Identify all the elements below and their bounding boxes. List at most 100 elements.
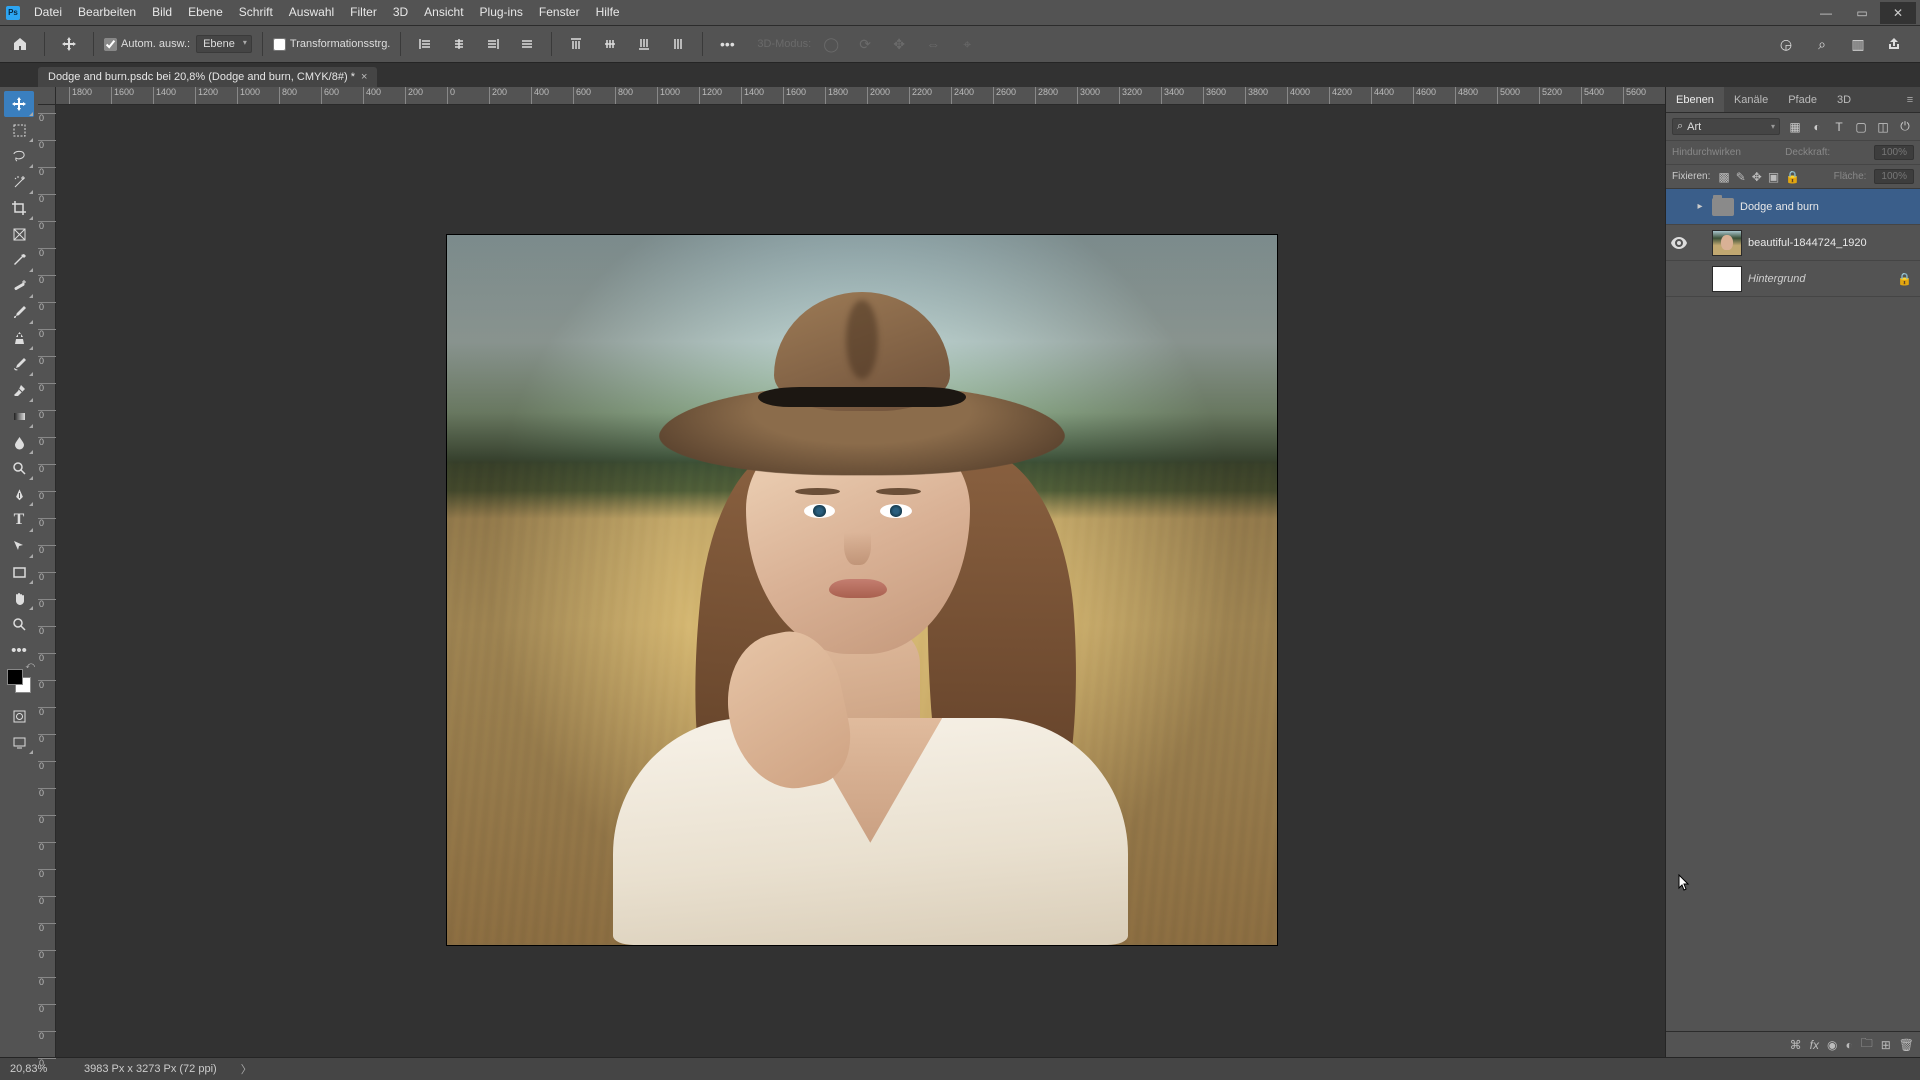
more-options-icon[interactable]: •••: [713, 30, 741, 58]
ruler-horizontal[interactable]: 1800160014001200100080060040020002004006…: [38, 87, 1665, 105]
auto-select-target-dropdown[interactable]: Ebene: [196, 35, 252, 53]
filter-smart-icon[interactable]: ◫: [1874, 118, 1892, 136]
window-restore-button[interactable]: ▭: [1844, 2, 1880, 24]
visibility-toggle[interactable]: [1670, 234, 1688, 252]
doc-info[interactable]: 3983 Px x 3273 Px (72 ppi): [84, 1063, 217, 1075]
filter-adjust-icon[interactable]: ◐: [1808, 118, 1826, 136]
lock-position-icon[interactable]: ✥: [1752, 170, 1762, 184]
distribute-h-icon[interactable]: [513, 30, 541, 58]
layer-thumbnail[interactable]: [1712, 266, 1742, 292]
lock-transparency-icon[interactable]: ▩: [1718, 170, 1729, 184]
menu-auswahl[interactable]: Auswahl: [281, 0, 342, 25]
cloud-docs-icon[interactable]: ◶: [1772, 30, 1800, 58]
align-top-icon[interactable]: [562, 30, 590, 58]
document-tab[interactable]: Dodge and burn.psdc bei 20,8% (Dodge and…: [38, 67, 377, 87]
ruler-origin[interactable]: [38, 87, 56, 104]
add-mask-icon[interactable]: ◉: [1827, 1038, 1837, 1052]
tab-3d[interactable]: 3D: [1827, 87, 1861, 112]
foreground-color-swatch[interactable]: [7, 669, 23, 685]
menu-fenster[interactable]: Fenster: [531, 0, 588, 25]
menu-ebene[interactable]: Ebene: [180, 0, 231, 25]
window-minimize-button[interactable]: —: [1808, 2, 1844, 24]
align-right-icon[interactable]: [479, 30, 507, 58]
layer-name[interactable]: beautiful-1844724_1920: [1748, 237, 1867, 249]
rectangle-tool[interactable]: [4, 559, 34, 585]
frame-tool[interactable]: [4, 221, 34, 247]
brush-tool[interactable]: [4, 299, 34, 325]
fill-value[interactable]: 100%: [1874, 169, 1914, 184]
path-selection-tool[interactable]: [4, 533, 34, 559]
tab-paths[interactable]: Pfade: [1778, 87, 1827, 112]
link-layers-icon[interactable]: ⌘: [1790, 1038, 1802, 1052]
type-tool[interactable]: T: [4, 507, 34, 533]
transform-controls-checkbox[interactable]: Transformationsstrg.: [273, 38, 390, 51]
magic-wand-tool[interactable]: [4, 169, 34, 195]
marquee-tool[interactable]: [4, 117, 34, 143]
move-tool[interactable]: [4, 91, 34, 117]
home-button[interactable]: [6, 30, 34, 58]
new-group-icon[interactable]: 🗀: [1861, 1034, 1873, 1055]
artboard[interactable]: [447, 235, 1277, 945]
lock-all-icon[interactable]: 🔒: [1785, 170, 1800, 184]
tab-layers[interactable]: Ebenen: [1666, 87, 1724, 112]
filter-shape-icon[interactable]: ▢: [1852, 118, 1870, 136]
align-hcenter-icon[interactable]: [445, 30, 473, 58]
status-caret-icon[interactable]: 〉: [241, 1061, 252, 1077]
layer-image-beautiful[interactable]: beautiful-1844724_1920: [1666, 225, 1920, 261]
tab-channels[interactable]: Kanäle: [1724, 87, 1778, 112]
blur-tool[interactable]: [4, 429, 34, 455]
filter-pixel-icon[interactable]: ▦: [1786, 118, 1804, 136]
filter-toggle-icon[interactable]: ⏻: [1896, 118, 1914, 136]
layer-filter-dropdown[interactable]: ⌕: [1672, 118, 1780, 135]
swap-colors-icon[interactable]: ⤺: [25, 660, 35, 671]
color-swatches[interactable]: ⤺: [7, 669, 31, 693]
menu-schrift[interactable]: Schrift: [231, 0, 281, 25]
gradient-tool[interactable]: [4, 403, 34, 429]
opacity-value[interactable]: 100%: [1874, 145, 1914, 160]
workspace-icon[interactable]: ▥: [1844, 30, 1872, 58]
filter-type-icon[interactable]: T: [1830, 118, 1848, 136]
blend-mode-dropdown[interactable]: Hindurchwirken: [1672, 147, 1741, 158]
close-document-icon[interactable]: ×: [361, 71, 367, 83]
healing-brush-tool[interactable]: [4, 273, 34, 299]
history-brush-tool[interactable]: [4, 351, 34, 377]
eraser-tool[interactable]: [4, 377, 34, 403]
window-close-button[interactable]: ✕: [1880, 2, 1916, 24]
visibility-toggle[interactable]: [1670, 270, 1688, 288]
adjustment-layer-icon[interactable]: ◐: [1845, 1038, 1852, 1052]
hand-tool[interactable]: [4, 585, 34, 611]
dodge-tool[interactable]: [4, 455, 34, 481]
menu-plugins[interactable]: Plug-ins: [472, 0, 531, 25]
expand-toggle-icon[interactable]: ▸: [1694, 201, 1706, 212]
menu-datei[interactable]: Datei: [26, 0, 70, 25]
ruler-vertical[interactable]: 000000000000000000000000000000000000: [38, 105, 56, 1057]
visibility-toggle[interactable]: [1670, 198, 1688, 216]
new-layer-icon[interactable]: ⊞: [1881, 1038, 1891, 1052]
panel-menu-icon[interactable]: ≡: [1900, 94, 1920, 106]
zoom-tool[interactable]: [4, 611, 34, 637]
lasso-tool[interactable]: [4, 143, 34, 169]
layer-thumbnail[interactable]: [1712, 230, 1742, 256]
delete-layer-icon[interactable]: 🗑: [1899, 1038, 1914, 1052]
share-icon[interactable]: [1880, 30, 1908, 58]
layer-name[interactable]: Dodge and burn: [1740, 201, 1819, 213]
screen-mode-icon[interactable]: [4, 729, 34, 755]
distribute-v-icon[interactable]: [664, 30, 692, 58]
lock-icon[interactable]: 🔒: [1897, 272, 1916, 286]
layer-filter-input[interactable]: [1687, 121, 1747, 133]
layer-group-dodge-and-burn[interactable]: ▸ Dodge and burn: [1666, 189, 1920, 225]
eyedropper-tool[interactable]: [4, 247, 34, 273]
canvas-viewport[interactable]: [56, 105, 1665, 1057]
align-left-icon[interactable]: [411, 30, 439, 58]
move-tool-icon[interactable]: [55, 30, 83, 58]
menu-bearbeiten[interactable]: Bearbeiten: [70, 0, 144, 25]
menu-ansicht[interactable]: Ansicht: [416, 0, 471, 25]
quick-mask-icon[interactable]: [4, 703, 34, 729]
lock-pixels-icon[interactable]: ✎: [1736, 170, 1746, 184]
clone-stamp-tool[interactable]: [4, 325, 34, 351]
align-vcenter-icon[interactable]: [596, 30, 624, 58]
menu-hilfe[interactable]: Hilfe: [588, 0, 628, 25]
lock-artboard-icon[interactable]: ▣: [1768, 170, 1779, 184]
layer-background[interactable]: Hintergrund 🔒: [1666, 261, 1920, 297]
transform-controls-input[interactable]: [273, 38, 286, 51]
